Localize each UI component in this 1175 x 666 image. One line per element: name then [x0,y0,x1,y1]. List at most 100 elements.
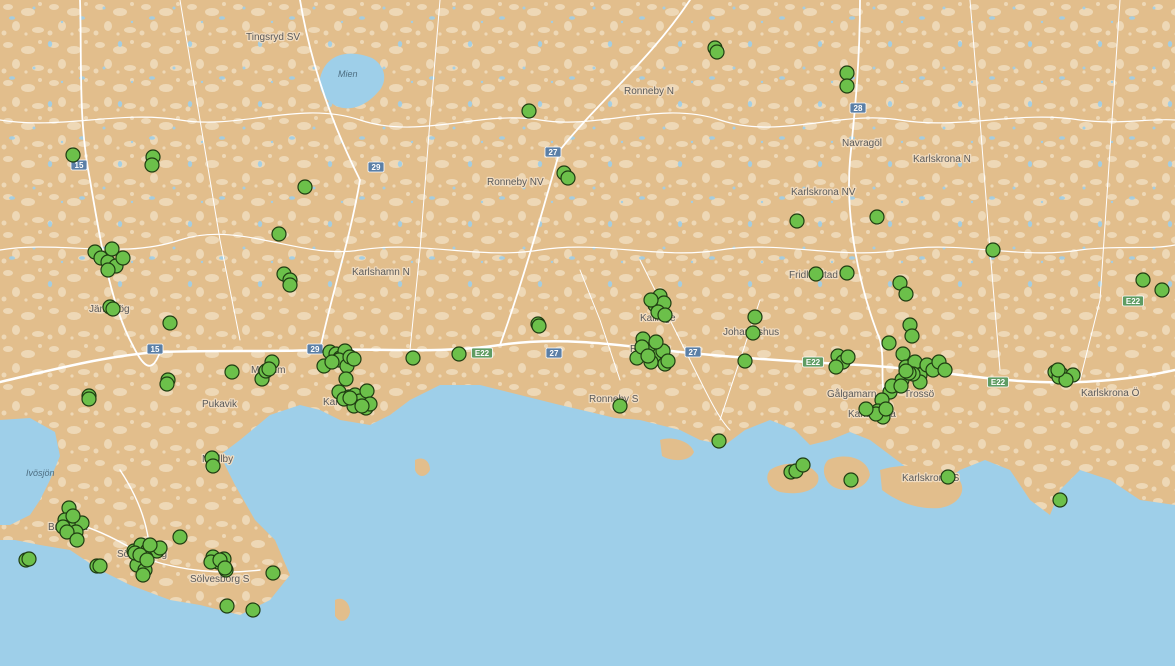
location-marker[interactable]: Johannishus [737,353,753,369]
location-marker[interactable]: Karlshamn [359,383,375,399]
location-marker[interactable]: Karlshamn [346,351,362,367]
location-marker[interactable]: Karlskrona [895,346,911,362]
road-shield: 29 [306,343,324,355]
location-marker[interactable]: Sölvesborg S [139,552,155,568]
location-marker[interactable]: Sölvesborg S [219,598,235,614]
location-marker[interactable]: Karlskrona S [843,472,859,488]
road-shield: E22 [1122,295,1144,307]
location-marker[interactable]: Bromölla [65,508,81,524]
location-marker[interactable]: Karlshamn [354,398,370,414]
location-marker[interactable]: Karlskrona N [985,242,1001,258]
location-marker[interactable]: Ronneby S [711,433,727,449]
location-marker[interactable]: Ronneby [640,348,656,364]
location-marker[interactable]: Mörrum [261,361,277,377]
location-marker[interactable]: Karlskrona NV [789,213,805,229]
location-marker[interactable]: Karlskrona Ö [1154,282,1170,298]
location-marker[interactable]: Ronneby N [839,65,855,81]
location-marker[interactable]: Karlskrona S [1052,492,1068,508]
location-marker[interactable]: Ronneby NV [144,157,160,173]
location-marker[interactable]: Johannishus [745,325,761,341]
location-marker[interactable]: Trossö [898,363,914,379]
location-marker[interactable]: Sölvesborg [135,567,151,583]
road-shield: 27 [684,346,702,358]
location-marker[interactable]: Ronneby N [521,103,537,119]
road-shield: E22 [987,376,1009,388]
location-marker[interactable]: Sölvesborg [172,529,188,545]
location-marker[interactable]: Sölvesborg S [265,565,281,581]
water-label: Ivösjön [26,468,55,478]
road-shield: 27 [545,347,563,359]
location-marker[interactable]: Karlshamn N [271,226,287,242]
road-shield-label: 27 [550,349,559,358]
location-marker[interactable]: Karlshamn N [297,179,313,195]
location-marker[interactable]: Ronneby S [612,398,628,414]
place-label: Trossö [904,389,935,400]
road-shield: 29 [367,161,385,173]
road-shield-label: 28 [854,104,863,113]
place-label: Karlskrona Ö [1081,387,1140,399]
location-marker[interactable]: Karlskrona Ö [1135,272,1151,288]
location-marker[interactable]: Navragöl [65,147,81,163]
location-marker[interactable]: Karlshamn [405,350,421,366]
location-marker[interactable]: Bromölla [92,558,108,574]
location-marker[interactable]: Sölvesborg S [245,602,261,618]
location-marker[interactable]: Ronneby [660,353,676,369]
location-marker[interactable]: Kallinge [657,307,673,323]
location-marker[interactable]: Karlshamn N [282,277,298,293]
location-marker[interactable]: Pukavik [81,391,97,407]
location-marker[interactable]: Karlskrona [878,401,894,417]
place-label: Gålgamarn [827,388,876,400]
location-marker[interactable]: Fridlevstad [839,265,855,281]
location-marker[interactable]: Sölvesborg S [142,537,158,553]
location-marker[interactable]: Gålgamarn [1050,362,1066,378]
road-shield-label: E22 [1126,297,1141,306]
location-marker[interactable]: Jämshög [115,250,131,266]
water-label: Mien [338,69,358,79]
map-canvas[interactable]: Tingsryd SV Ronneby N Navragöl Karlskrona N… [0,0,1175,666]
road-shield-label: 29 [311,345,320,354]
location-marker[interactable]: Karlskrona S [21,551,37,567]
location-marker[interactable]: Karlshamn [324,354,340,370]
road-shield-label: E22 [475,349,490,358]
location-marker[interactable]: Fridlevstad [808,266,824,282]
location-marker[interactable]: Sölvesborg S [217,560,233,576]
location-marker[interactable]: Karlskrona [858,401,874,417]
road-shield-label: 27 [689,348,698,357]
location-marker[interactable]: Karlskrona S [940,469,956,485]
road-shield: 27 [544,146,562,158]
location-marker[interactable]: Ronneby [648,334,664,350]
location-marker[interactable]: Karlskrona [828,359,844,375]
location-marker[interactable]: Karlskrona [881,335,897,351]
location-marker[interactable]: Karlshamn [451,346,467,362]
location-marker[interactable]: Karlshamn [531,318,547,334]
location-marker[interactable]: Bromölla [69,532,85,548]
location-marker[interactable]: Karlshamn [338,371,354,387]
location-marker[interactable]: Tingsryd SV [709,44,725,60]
location-marker[interactable]: Kallinge [643,292,659,308]
location-marker[interactable]: Karlshamn [342,390,358,406]
small-lakes [0,0,1175,300]
location-marker[interactable]: Jämshög [162,315,178,331]
location-marker[interactable]: Jämshög [105,301,121,317]
road-shield-label: 29 [372,163,381,172]
road-shield-label: 27 [549,148,558,157]
location-marker[interactable]: Trossö [893,378,909,394]
location-marker[interactable]: Trossö [937,362,953,378]
location-marker[interactable]: Mjällby [205,458,221,474]
location-marker[interactable]: Jämshög [100,262,116,278]
road-shield: 28 [849,102,867,114]
road-shield-label: E22 [991,378,1006,387]
place-label: Pukavik [202,399,238,410]
location-marker[interactable]: Karlshamn N [560,170,576,186]
location-marker[interactable]: Karlskrona [904,328,920,344]
location-marker[interactable]: Fridlevstad [898,286,914,302]
place-label: Sölvesborg S [190,574,250,585]
location-marker[interactable]: Karlskrona NV [869,209,885,225]
location-marker[interactable]: Karlskrona S [795,457,811,473]
location-marker[interactable]: Ronneby N [839,78,855,94]
location-marker[interactable]: Mörrum [224,364,240,380]
location-marker[interactable]: Karlskrona [840,349,856,365]
location-marker[interactable]: Pukavik [159,376,175,392]
location-marker[interactable]: Johannishus [747,309,763,325]
place-label: Ronneby N [624,86,674,97]
